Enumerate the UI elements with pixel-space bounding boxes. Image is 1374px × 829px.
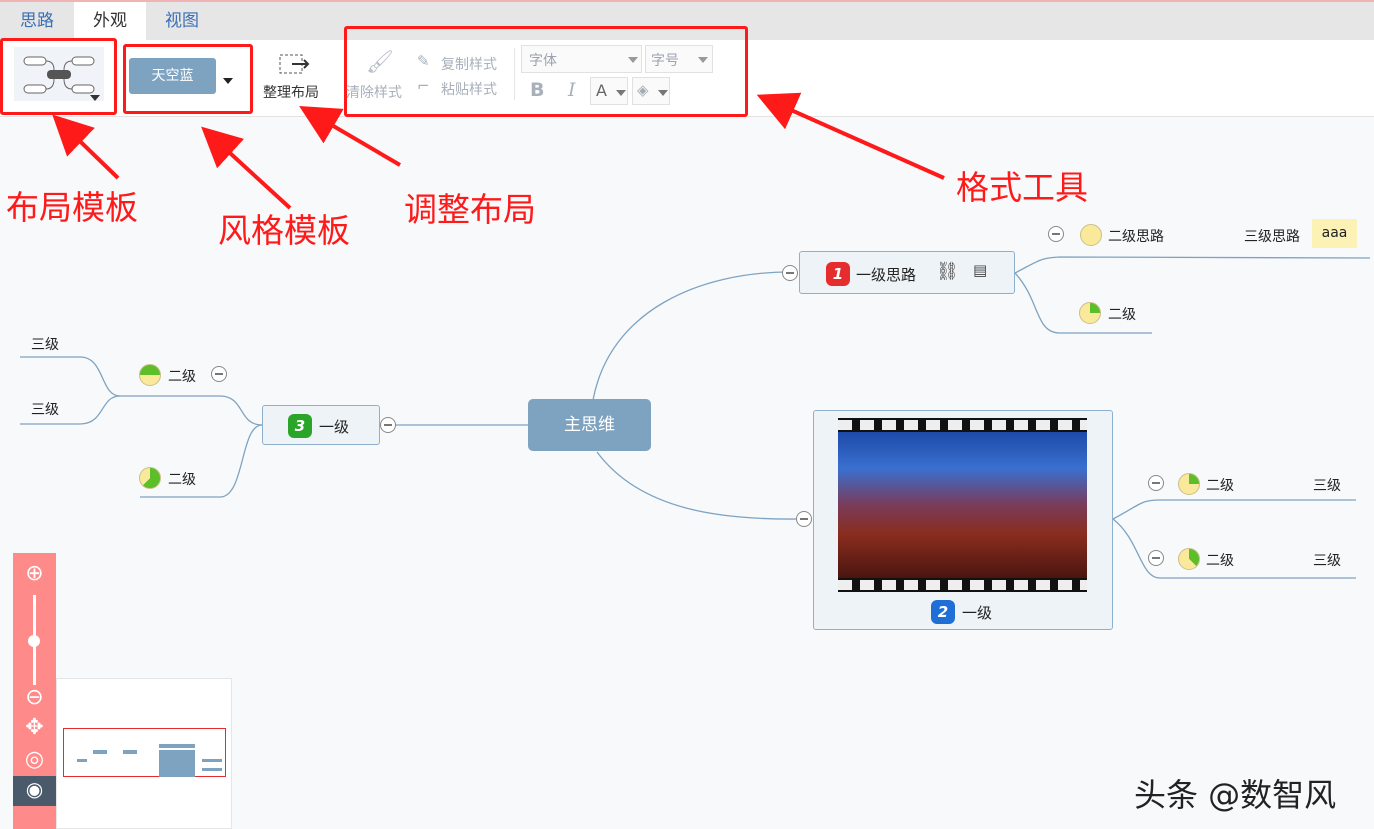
topic-label[interactable]: 三级 xyxy=(31,399,59,419)
collapse-button[interactable] xyxy=(1148,475,1164,491)
zoom-toolbar: ⊕ ⊖ ✥ ◎ ◉ xyxy=(13,553,56,829)
progress-pie-icon xyxy=(1178,548,1200,570)
note-label[interactable]: aaa xyxy=(1312,219,1357,248)
topic-label[interactable]: 二级 xyxy=(1206,550,1234,570)
collapse-button[interactable] xyxy=(380,417,396,433)
topic-label[interactable]: 二级思路 xyxy=(1108,226,1164,246)
zoom-out-icon[interactable]: ⊖ xyxy=(13,685,56,710)
topic-label[interactable]: 二级 xyxy=(1108,304,1136,324)
topic-label[interactable]: 三级思路 xyxy=(1244,226,1300,246)
progress-pie-icon xyxy=(139,467,161,489)
note-icon[interactable]: ▤ xyxy=(973,261,987,279)
topic-image xyxy=(838,418,1087,592)
topic-label: 一级 xyxy=(319,418,350,436)
minimap-node xyxy=(159,750,195,777)
link-icon[interactable]: ⛓ xyxy=(936,261,959,282)
collapse-button[interactable] xyxy=(211,366,227,382)
collapse-button[interactable] xyxy=(1048,226,1064,242)
minimap-node xyxy=(202,768,222,771)
collapse-button[interactable] xyxy=(1148,550,1164,566)
progress-pie-icon xyxy=(139,364,161,386)
topic-label[interactable]: 二级 xyxy=(168,469,196,489)
collapse-button[interactable] xyxy=(796,511,812,527)
topic-label[interactable]: 二级 xyxy=(1206,475,1234,495)
collapse-button[interactable] xyxy=(782,265,798,281)
priority-badge: 2 xyxy=(931,600,955,624)
minimap-node xyxy=(77,759,87,762)
minimap-node xyxy=(93,750,107,754)
progress-pie-icon xyxy=(1079,302,1101,324)
topic-branch-2[interactable]: 2 一级 xyxy=(813,410,1113,630)
minimap[interactable] xyxy=(56,678,232,829)
priority-badge: 3 xyxy=(288,414,312,438)
zoom-in-icon[interactable]: ⊕ xyxy=(13,561,56,586)
progress-pie-icon xyxy=(1178,473,1200,495)
topic-label: 一级思路 xyxy=(856,266,917,284)
topic-branch-3[interactable]: 3 一级 xyxy=(262,405,380,445)
watermark: 头条 @数智风 xyxy=(1134,776,1337,814)
minimap-node xyxy=(202,759,222,762)
topic-label[interactable]: 二级 xyxy=(168,366,196,386)
minimap-node xyxy=(159,744,195,748)
zoom-slider-handle[interactable] xyxy=(28,635,40,647)
topic-branch-1[interactable]: 1 一级思路 ⛓ ▤ xyxy=(799,251,1015,294)
topic-label[interactable]: 三级 xyxy=(31,334,59,354)
root-topic[interactable]: 主思维 xyxy=(528,399,651,451)
topic-label[interactable]: 三级 xyxy=(1313,550,1341,570)
topic-label[interactable]: 三级 xyxy=(1313,475,1341,495)
eye-icon: ◉ xyxy=(25,777,44,801)
minimap-root xyxy=(123,750,137,754)
progress-pie-icon xyxy=(1080,224,1102,246)
move-icon[interactable]: ✥ xyxy=(13,715,56,740)
topic-label: 一级 xyxy=(962,604,993,622)
toggle-minimap-button[interactable]: ◉ xyxy=(13,776,56,806)
locate-center-icon[interactable]: ◎ xyxy=(13,747,56,772)
priority-badge: 1 xyxy=(826,262,850,286)
